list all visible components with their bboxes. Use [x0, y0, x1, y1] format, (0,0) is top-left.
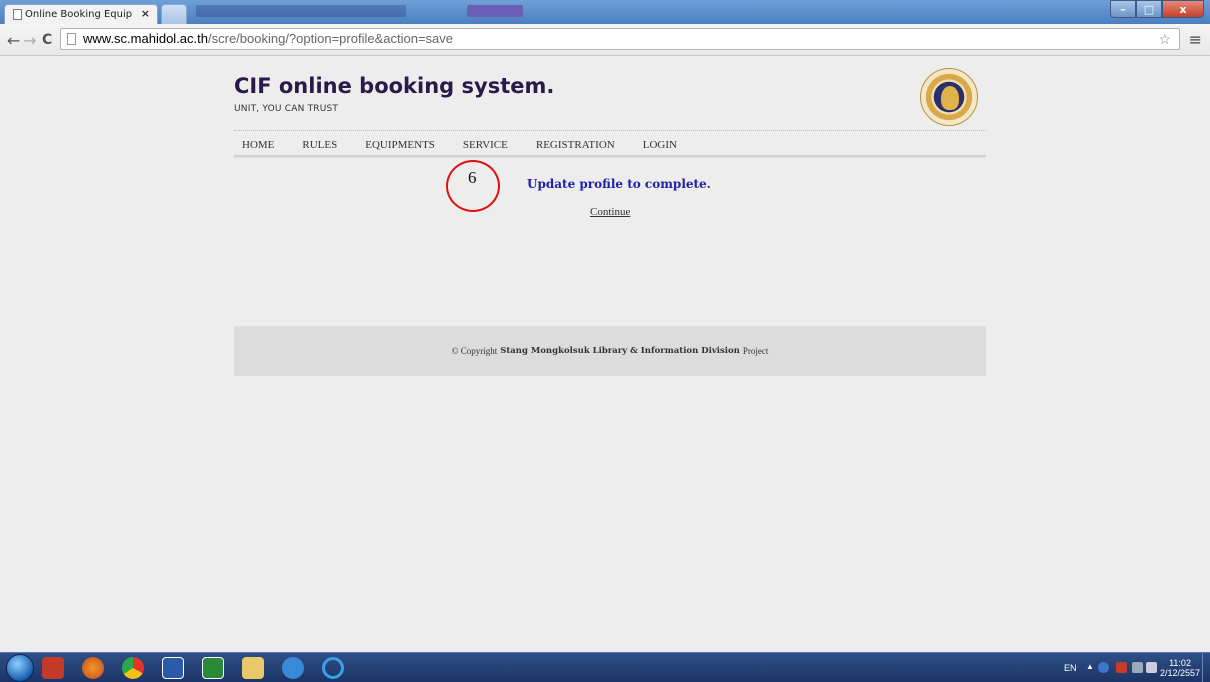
maximize-button[interactable]: □ — [1136, 0, 1162, 18]
tray-app-icon[interactable] — [1098, 662, 1109, 673]
system-tray: EN ▲ 11:02 2/12/2557 — [1040, 653, 1210, 682]
nav-rules[interactable]: RULES — [302, 139, 337, 151]
tray-expand-icon[interactable]: ▲ — [1086, 662, 1094, 671]
site-tagline: UNIT, YOU CAN TRUST — [234, 104, 339, 114]
site-footer: © Copyright Stang Mongkolsuk Library & I… — [234, 326, 986, 376]
word-icon[interactable] — [162, 657, 184, 679]
page-icon — [67, 33, 76, 45]
chrome-icon[interactable] — [122, 657, 144, 679]
tab-title: Online Booking Equipmer — [25, 9, 133, 20]
language-indicator[interactable]: EN — [1064, 663, 1077, 673]
bookmark-star-icon[interactable]: ☆ — [1158, 29, 1171, 49]
seal-emblem — [941, 86, 959, 110]
annotation-number: 6 — [468, 168, 477, 187]
clock-time: 11:02 — [1169, 658, 1191, 668]
taskbar-clock[interactable]: 11:02 2/12/2557 — [1160, 658, 1200, 678]
browser-tab-active[interactable]: Online Booking Equipmer × — [4, 4, 158, 24]
close-window-button[interactable]: x — [1162, 0, 1204, 18]
footer-prefix: © Copyright — [451, 346, 498, 356]
nav-underline — [234, 155, 986, 158]
back-arrow-icon[interactable]: ← — [7, 31, 20, 50]
window-controls: – □ x — [1110, 0, 1204, 18]
network-icon[interactable] — [1132, 662, 1143, 673]
volume-icon[interactable] — [1146, 662, 1157, 673]
nav-login[interactable]: LOGIN — [643, 139, 677, 151]
page-icon — [13, 9, 22, 20]
media-player-icon[interactable] — [42, 657, 64, 679]
windows-taskbar: EN ▲ 11:02 2/12/2557 — [0, 652, 1210, 682]
background-window-button — [467, 5, 523, 17]
footer-org: Stang Mongkolsuk Library & Information D… — [500, 346, 740, 356]
nav-service[interactable]: SERVICE — [463, 139, 508, 151]
nav-registration[interactable]: REGISTRATION — [536, 139, 615, 151]
continue-link[interactable]: Continue — [590, 206, 630, 218]
browser-menu-icon[interactable]: ≡ — [1189, 30, 1202, 49]
address-bar[interactable]: www.sc.mahidol.ac.th/scre/booking/?optio… — [60, 28, 1180, 50]
start-button[interactable] — [6, 654, 34, 682]
new-tab-button[interactable] — [161, 4, 187, 24]
nav-home[interactable]: HOME — [242, 139, 274, 151]
nav-equipments[interactable]: EQUIPMENTS — [365, 139, 435, 151]
url-path: /scre/booking/?option=profile&action=sav… — [208, 31, 453, 46]
site-title: CIF online booking system. — [234, 74, 555, 98]
reload-icon[interactable]: C — [42, 32, 52, 48]
internet-explorer-icon[interactable] — [322, 657, 344, 679]
forward-arrow-icon[interactable]: → — [23, 31, 36, 50]
firefox-icon[interactable] — [82, 657, 104, 679]
tab-close-icon[interactable]: × — [141, 7, 150, 20]
background-window-title — [196, 5, 406, 17]
main-nav: HOME RULES EQUIPMENTS SERVICE REGISTRATI… — [234, 135, 986, 155]
clock-date: 2/12/2557 — [1160, 668, 1201, 678]
browser-toolbar: ← → C www.sc.mahidol.ac.th/scre/booking/… — [0, 24, 1210, 56]
url-host: www.sc.mahidol.ac.th — [83, 31, 208, 46]
show-desktop-button[interactable] — [1202, 653, 1210, 682]
excel-icon[interactable] — [202, 657, 224, 679]
teamviewer-icon[interactable] — [282, 657, 304, 679]
footer-suffix: Project — [742, 346, 769, 356]
file-explorer-icon[interactable] — [242, 657, 264, 679]
university-seal-logo — [920, 68, 978, 126]
header-divider — [234, 130, 986, 131]
minimize-button[interactable]: – — [1110, 0, 1136, 18]
status-message: Update profile to complete. — [527, 177, 711, 191]
browser-titlebar: Online Booking Equipmer × – □ x — [0, 0, 1210, 24]
action-center-icon[interactable] — [1116, 662, 1127, 673]
